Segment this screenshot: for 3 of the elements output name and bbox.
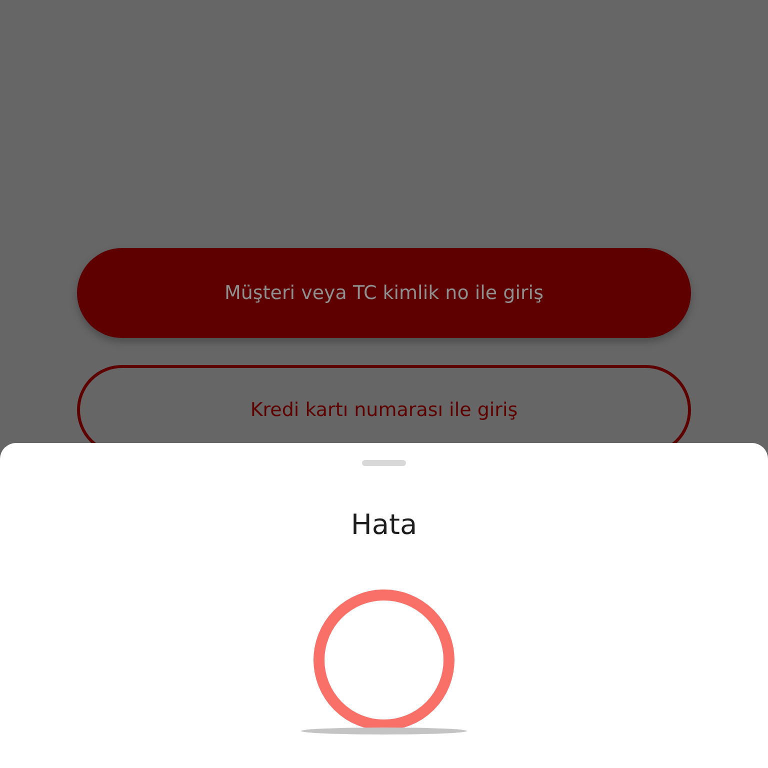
login-button[interactable]: Müşteri veya TC kimlik no ile giriş <box>77 248 691 338</box>
sheet-title: Hata <box>350 508 418 541</box>
drag-handle[interactable] <box>362 460 406 466</box>
